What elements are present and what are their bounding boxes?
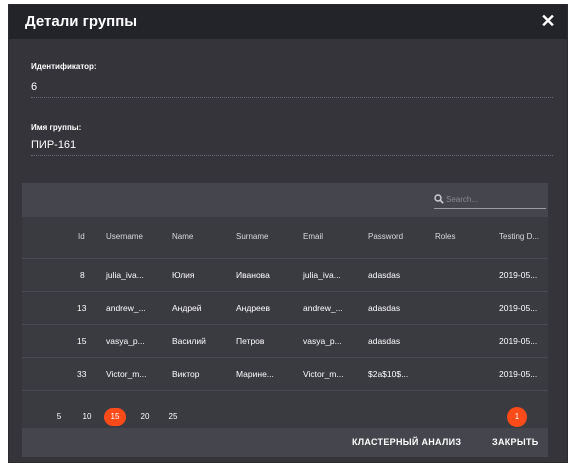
id-value: 6 [31,81,38,93]
cell-name: Виктор [172,369,200,379]
cell-username: Victor_m... [106,369,147,379]
cell-username: julia_iva... [106,270,144,280]
members-table-panel: Id Username Name Surname Email Password … [22,183,548,453]
search-icon [434,194,444,204]
column-header-username[interactable]: Username [106,232,143,241]
cell-surname: Петров [236,336,265,346]
cluster-analysis-button[interactable]: КЛАСТЕРНЫЙ АНАЛИЗ [352,437,461,447]
cell-testing: 2019-05... [499,336,538,346]
table-row[interactable]: 15 vasya_p... Василий Петров vasya_p... … [22,324,548,357]
cell-password: adasdas [368,336,401,346]
cell-surname: Андреев [236,303,271,313]
table-row[interactable]: 33 Victor_m... Виктор Марине... Victor_m… [22,357,548,391]
group-name-divider [31,155,553,156]
column-header-email[interactable]: Email [303,232,323,241]
cell-username: andrew_... [106,303,146,313]
column-header-name[interactable]: Name [172,232,193,241]
table-toolbar [22,183,548,217]
dialog-titlebar: Детали группы ✕ [9,5,567,39]
group-name-label: Имя группы: [31,123,82,132]
id-divider [31,97,553,98]
column-header-id[interactable]: Id [78,232,85,241]
page-size-20[interactable]: 20 [134,408,156,426]
dialog-title: Детали группы [25,13,138,30]
cell-email: andrew_... [303,303,343,313]
page-size-15[interactable]: 15 [104,408,126,426]
group-name-value: ПИР-161 [31,139,77,151]
cell-id: 15 [77,336,87,346]
page-size-25[interactable]: 25 [162,408,184,426]
cell-id: 8 [80,270,85,280]
search-input[interactable] [446,193,544,206]
column-header-testing[interactable]: Testing D... [499,232,539,241]
cell-id: 13 [77,303,87,313]
cell-username: vasya_p... [106,336,145,346]
column-header-surname[interactable]: Surname [236,232,268,241]
column-header-password[interactable]: Password [368,232,403,241]
cell-id: 33 [77,369,87,379]
column-header-roles[interactable]: Roles [435,232,455,241]
current-page-button[interactable]: 1 [507,407,527,427]
page-size-5[interactable]: 5 [48,408,70,426]
page-size-10[interactable]: 10 [76,408,98,426]
cell-email: Victor_m... [303,369,344,379]
cell-email: vasya_p... [303,336,342,346]
table-row[interactable]: 8 julia_iva... Юлия Иванова julia_iva...… [22,258,548,291]
cell-testing: 2019-05... [499,270,538,280]
cell-testing: 2019-05... [499,303,538,313]
cell-testing: 2019-05... [499,369,538,379]
cell-surname: Иванова [236,270,270,280]
cell-name: Андрей [172,303,202,313]
id-label: Идентификатор: [31,62,97,71]
cell-name: Василий [172,336,206,346]
dialog-footer: КЛАСТЕРНЫЙ АНАЛИЗ ЗАКРЫТЬ [22,428,548,457]
close-icon[interactable]: ✕ [537,10,559,32]
search-box[interactable] [434,192,546,209]
cell-password: adasdas [368,303,401,313]
cell-email: julia_iva... [303,270,341,280]
cell-password: adasdas [368,270,401,280]
table-row[interactable]: 13 andrew_... Андрей Андреев andrew_... … [22,291,548,324]
close-button[interactable]: ЗАКРЫТЬ [492,437,539,447]
cell-name: Юлия [172,270,195,280]
cell-password: $2a$10$... [368,369,409,379]
cell-surname: Марине... [236,369,274,379]
